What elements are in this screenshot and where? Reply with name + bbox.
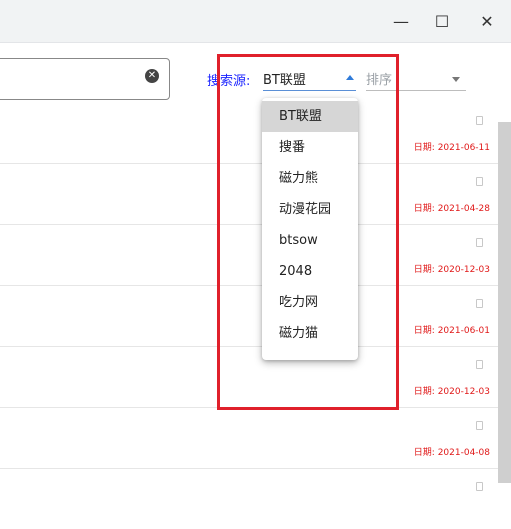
close-window-button[interactable]: ✕ [469,0,505,42]
copy-icon[interactable] [476,421,483,430]
minimize-button[interactable]: — [383,0,419,42]
copy-icon[interactable] [476,299,483,308]
result-date: 日期: 2021-04-08 [413,448,490,458]
window-titlebar: — ☐ ✕ [0,0,511,43]
copy-icon[interactable] [476,482,483,491]
list-item[interactable]: 日期: 2021-04-08 [0,407,498,469]
result-date: 日期: 2020-12-03 [413,387,490,397]
copy-icon[interactable] [476,360,483,369]
chevron-down-icon [452,77,460,82]
result-date: 日期: 2021-04-28 [413,204,490,214]
result-date: 日期: 2020-12-03 [413,265,490,275]
close-icon: ✕ [480,11,494,31]
maximize-button[interactable]: ☐ [424,0,460,42]
list-item[interactable] [0,468,498,529]
results-scrollbar[interactable] [498,102,511,483]
minimize-icon: — [393,11,409,31]
maximize-icon: ☐ [434,11,450,31]
scrollbar-thumb[interactable] [498,122,511,483]
copy-icon[interactable] [476,116,483,125]
copy-icon[interactable] [476,238,483,247]
copy-icon[interactable] [476,177,483,186]
search-input[interactable]: ✕ [0,58,170,100]
highlight-annotation-box [217,54,399,410]
clear-icon[interactable]: ✕ [145,69,159,83]
result-date: 日期: 2021-06-01 [413,326,490,336]
result-date: 日期: 2021-06-11 [413,143,490,153]
